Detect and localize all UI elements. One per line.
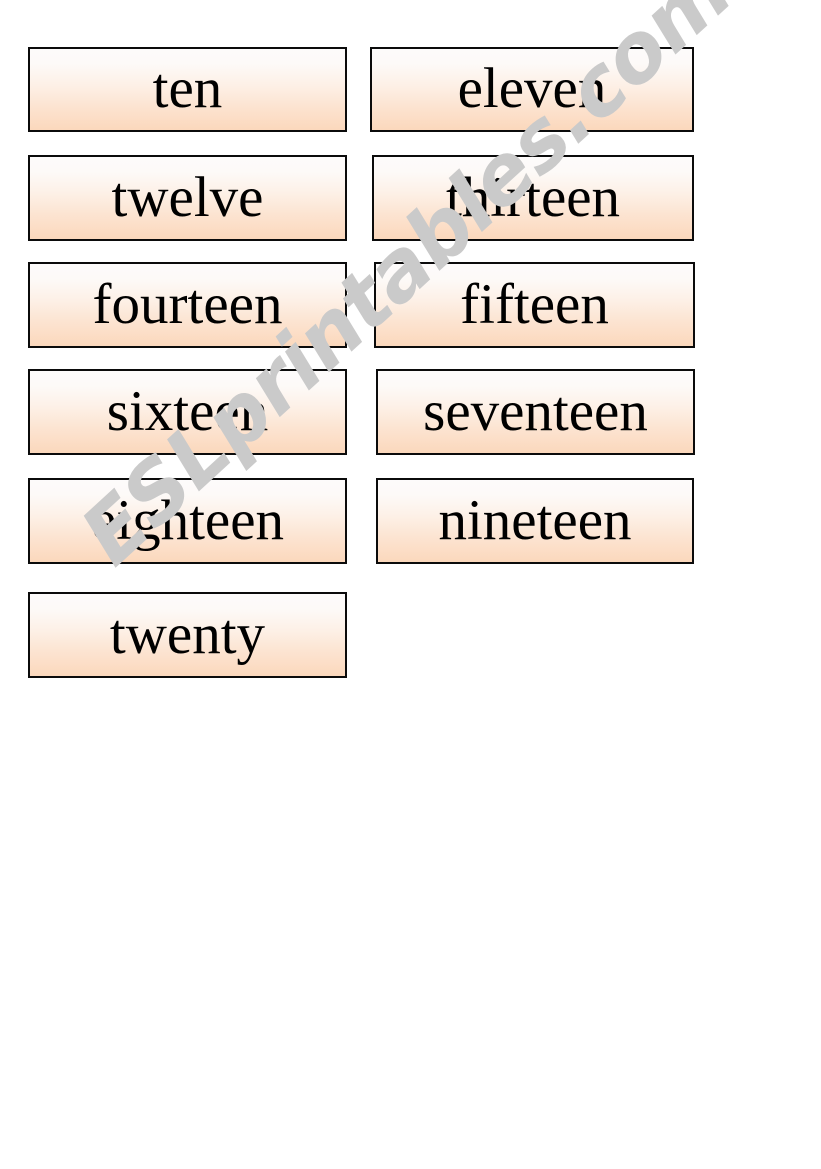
word-card[interactable]: eleven	[370, 47, 694, 132]
word-card[interactable]: nineteen	[376, 478, 694, 564]
flashcard-grid: ten eleven twelve thirteen fourteen fifteen si…	[0, 0, 821, 1169]
word-card[interactable]: sixteen	[28, 369, 347, 455]
word-card[interactable]: twenty	[28, 592, 347, 678]
word-card[interactable]: twelve	[28, 155, 347, 241]
worksheet-page: ten eleven twelve thirteen fourteen fifteen si…	[0, 0, 821, 1169]
word-card-label: seventeen	[423, 379, 648, 443]
word-card-label: nineteen	[438, 488, 632, 552]
word-card-label: fifteen	[460, 272, 609, 336]
word-card[interactable]: thirteen	[372, 155, 694, 241]
word-card[interactable]: eighteen	[28, 478, 347, 564]
word-card[interactable]: fifteen	[374, 262, 695, 348]
word-card-label: sixteen	[106, 379, 269, 443]
word-card-label: twenty	[109, 602, 266, 666]
word-card-label: eleven	[457, 57, 607, 120]
word-card-label: thirteen	[445, 165, 621, 229]
word-card-label: twelve	[111, 165, 264, 229]
word-card-label: fourteen	[92, 272, 283, 336]
word-card[interactable]: fourteen	[28, 262, 347, 348]
word-card-label: eighteen	[90, 488, 285, 552]
word-card-label: ten	[152, 57, 223, 120]
word-card[interactable]: seventeen	[376, 369, 695, 455]
word-card[interactable]: ten	[28, 47, 347, 132]
